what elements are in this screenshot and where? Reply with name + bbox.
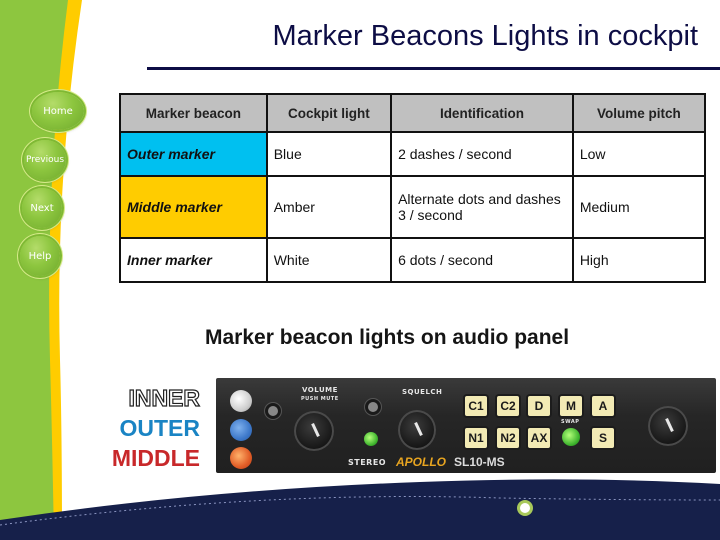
brand-name: APOLLO xyxy=(396,455,446,469)
middle-marker-lamp xyxy=(230,447,252,469)
intercom-toggle xyxy=(368,402,378,412)
squelch-label: SQUELCH xyxy=(402,388,443,396)
swap-lamp xyxy=(562,428,580,446)
cockpit-light-cell: White xyxy=(265,237,393,283)
slide-progress-marker-icon xyxy=(520,503,530,513)
sensitivity-toggle xyxy=(268,406,278,416)
header-marker-beacon: Marker beacon xyxy=(119,93,268,133)
audio-button-s: S xyxy=(592,428,614,448)
cockpit-light-cell: Amber xyxy=(265,175,393,239)
audio-button-n2: N2 xyxy=(497,428,519,448)
audio-panel-heading: Marker beacon lights on audio panel xyxy=(205,326,570,349)
marker-name-cell: Inner marker xyxy=(119,237,268,283)
audio-button-c1: C1 xyxy=(465,396,487,416)
header-cockpit-light: Cockpit light xyxy=(265,93,393,133)
audio-button-m: M xyxy=(560,396,582,416)
title-underline xyxy=(147,67,720,70)
audio-panel-image: VOLUME PUSH MUTE STEREO SQUELCH C1 C2 D … xyxy=(216,378,716,473)
marker-name-cell: Outer marker xyxy=(119,131,268,177)
volume-pitch-cell: Medium xyxy=(571,175,707,239)
mic-selector-knob-icon xyxy=(648,406,688,446)
inner-marker-lamp xyxy=(230,390,252,412)
stereo-label: STEREO xyxy=(348,458,387,467)
marker-name-cell: Middle marker xyxy=(119,175,268,239)
table-row: Outer marker Blue 2 dashes / second Low xyxy=(119,131,707,177)
legend-outer: OUTER xyxy=(119,415,201,441)
identification-cell: 6 dots / second xyxy=(390,237,574,283)
marker-light-legend: INNER OUTER MIDDLE xyxy=(100,383,201,473)
volume-sub-label: PUSH MUTE xyxy=(301,396,339,402)
model-name: SL10-MS xyxy=(454,455,505,469)
outer-marker-lamp xyxy=(230,419,252,441)
slide-title: Marker Beacons Lights in cockpit xyxy=(272,20,698,52)
legend-middle: MIDDLE xyxy=(111,445,200,471)
help-button[interactable]: Help xyxy=(20,236,60,276)
next-button[interactable]: Next xyxy=(22,188,62,228)
legend-inner: INNER xyxy=(128,384,201,411)
previous-button[interactable]: Previous xyxy=(24,140,66,180)
identification-cell: Alternate dots and dashes 3 / second xyxy=(390,175,574,239)
cockpit-light-cell: Blue xyxy=(265,131,393,177)
audio-button-c2: C2 xyxy=(497,396,519,416)
volume-knob-icon xyxy=(294,411,334,451)
volume-label: VOLUME xyxy=(302,386,338,394)
home-button[interactable]: Home xyxy=(32,92,84,130)
stereo-lamp xyxy=(364,432,378,446)
header-identification: Identification xyxy=(390,93,574,133)
panel-brand: APOLLO SL10-MS xyxy=(396,455,505,469)
volume-pitch-cell: Low xyxy=(571,131,707,177)
header-volume-pitch: Volume pitch xyxy=(571,93,707,133)
audio-button-ax: AX xyxy=(528,428,550,448)
marker-beacon-table: Marker beacon Cockpit light Identificati… xyxy=(119,93,707,283)
audio-button-n1: N1 xyxy=(465,428,487,448)
swap-label: SWAP xyxy=(561,419,580,425)
audio-button-a: A xyxy=(592,396,614,416)
identification-cell: 2 dashes / second xyxy=(390,131,574,177)
footer-navy-wave xyxy=(0,479,720,540)
table-row: Inner marker White 6 dots / second High xyxy=(119,237,707,283)
squelch-knob-icon xyxy=(398,410,436,450)
table-header-row: Marker beacon Cockpit light Identificati… xyxy=(119,93,707,133)
audio-button-d: D xyxy=(528,396,550,416)
table-row: Middle marker Amber Alternate dots and d… xyxy=(119,175,707,239)
volume-pitch-cell: High xyxy=(571,237,707,283)
